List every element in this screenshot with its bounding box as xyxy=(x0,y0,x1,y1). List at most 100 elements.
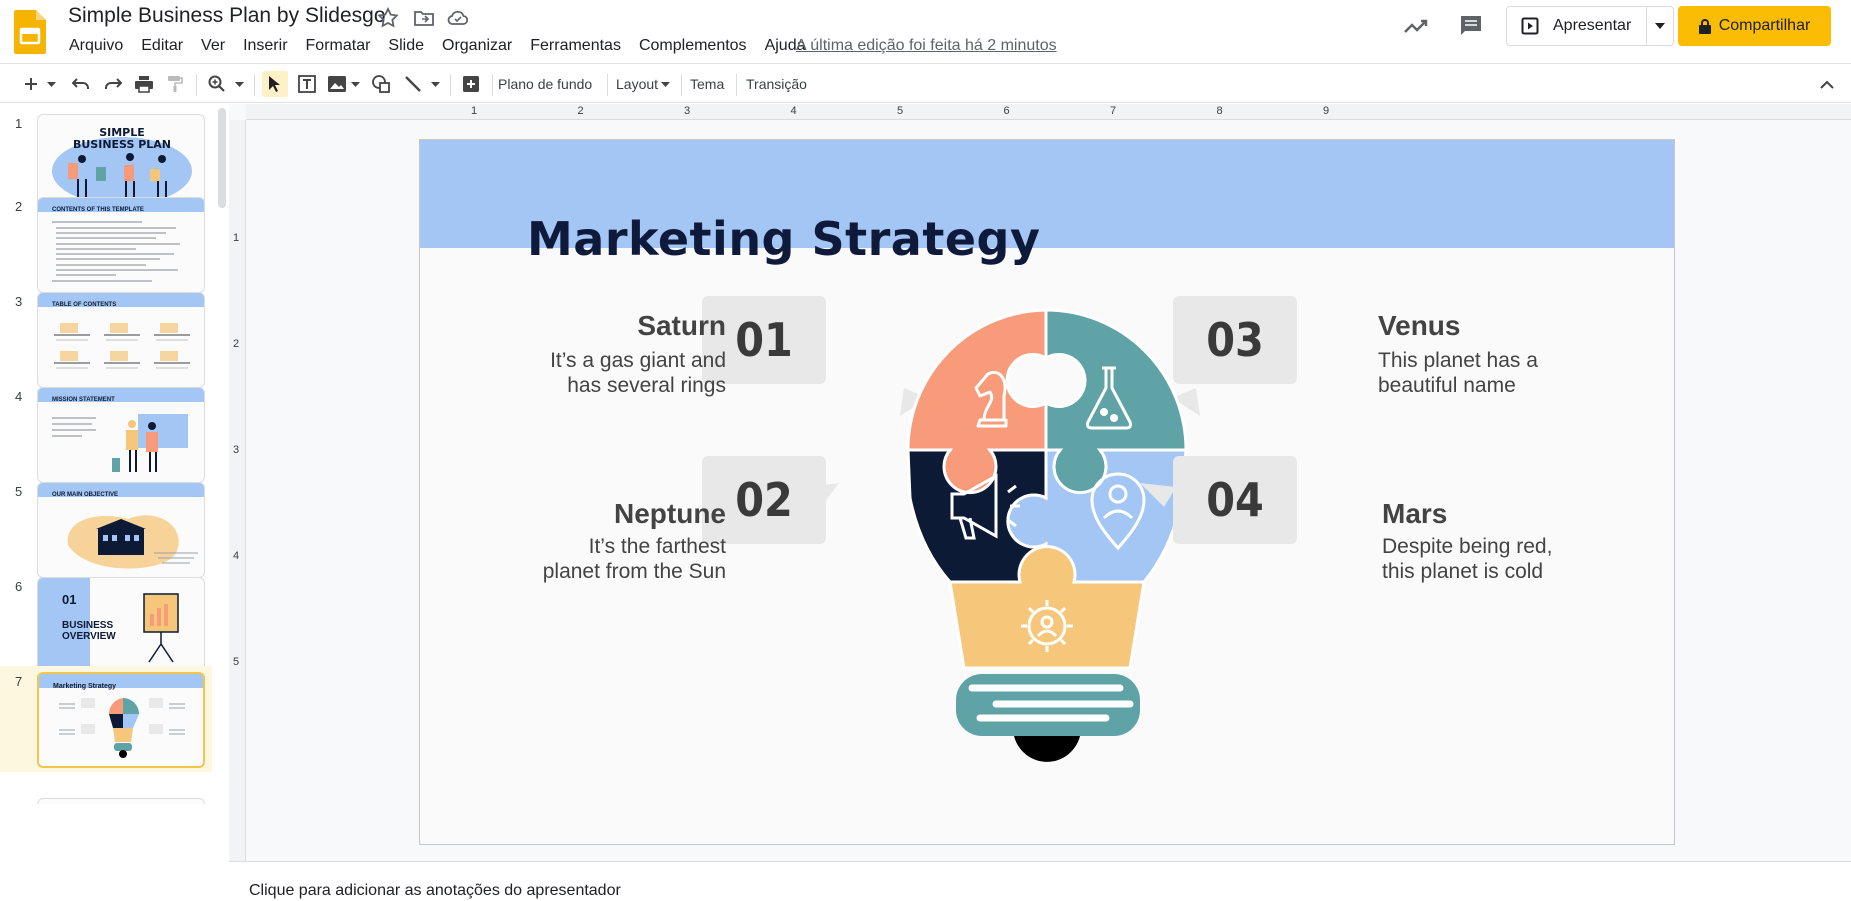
theme-button[interactable]: Tema xyxy=(690,71,724,97)
layout-button[interactable]: Layout xyxy=(616,71,671,97)
present-button-group: Apresentar xyxy=(1506,6,1674,46)
app-header: Simple Business Plan by Slidesgo Arquivo… xyxy=(0,0,1851,62)
thumbnail-frame: MISSION STATEMENT xyxy=(37,387,205,483)
slide-number: 5 xyxy=(15,484,23,499)
menu-file[interactable]: Arquivo xyxy=(60,35,132,57)
ruler-number: 1 xyxy=(233,232,240,244)
slide-thumbnail-2[interactable]: 2 CONTENTS OF THIS TEMPLATE xyxy=(0,191,212,299)
slide-thumbnail-6[interactable]: 6 01 BUSINESS OVERVIEW xyxy=(0,571,212,679)
insert-image-icon[interactable] xyxy=(324,71,350,97)
thumbnail-frame: Marketing Strategy xyxy=(37,672,205,768)
slide-title[interactable]: Marketing Strategy xyxy=(527,212,1040,266)
thumbnail-frame: 01 BUSINESS OVERVIEW xyxy=(37,577,205,673)
document-title[interactable]: Simple Business Plan by Slidesgo xyxy=(68,4,386,28)
shape-icon[interactable] xyxy=(368,71,394,97)
menu-insert[interactable]: Inserir xyxy=(234,35,296,57)
number-bubble-04[interactable]: 04 xyxy=(1173,456,1297,544)
redo-icon[interactable] xyxy=(100,71,126,97)
vertical-ruler[interactable]: 1 2 3 4 5 xyxy=(229,120,246,861)
ruler-number: 7 xyxy=(1110,105,1117,117)
layout-label: Layout xyxy=(616,76,659,92)
new-slide-icon[interactable] xyxy=(20,71,42,97)
zoom-dropdown-icon[interactable] xyxy=(232,71,246,97)
activity-trend-icon[interactable] xyxy=(1402,12,1430,40)
slides-logo-icon[interactable] xyxy=(14,10,46,54)
thumbnail-number: 01 xyxy=(62,592,77,607)
ruler-number: 6 xyxy=(1003,105,1010,117)
thumbnail-mission-art xyxy=(52,414,188,472)
menu-arrange[interactable]: Organizar xyxy=(433,35,521,57)
menu-slide[interactable]: Slide xyxy=(379,35,433,57)
last-edit-link[interactable]: A última edição foi feita há 2 minutos xyxy=(796,35,1057,57)
menu-edit[interactable]: Editar xyxy=(132,35,192,57)
bubble-tail-04 xyxy=(1140,483,1176,507)
slide-thumbnail-3[interactable]: 3 TABLE OF CONTENTS xyxy=(0,286,212,394)
undo-icon[interactable] xyxy=(68,71,94,97)
menu-view[interactable]: Ver xyxy=(192,35,234,57)
collapse-menus-icon[interactable] xyxy=(1816,71,1838,97)
lightbulb-puzzle-graphic[interactable] xyxy=(900,308,1200,768)
item-desc-saturn[interactable]: It’s a gas giant and has several rings xyxy=(496,348,726,398)
desc-line: beautiful name xyxy=(1378,374,1516,397)
ruler-number: 9 xyxy=(1323,105,1330,117)
slide-thumbnail-5[interactable]: 5 OUR MAIN OBJECTIVE xyxy=(0,476,212,584)
comments-icon[interactable] xyxy=(1457,12,1485,40)
menu-bar: Arquivo Editar Ver Inserir Formatar Slid… xyxy=(60,35,814,57)
menu-format[interactable]: Formatar xyxy=(297,35,380,57)
ruler-number: 4 xyxy=(233,550,240,562)
paint-format-icon[interactable] xyxy=(162,71,188,97)
line-dropdown-icon[interactable] xyxy=(428,71,442,97)
slide-thumbnail-4[interactable]: 4 MISSION STATEMENT xyxy=(0,381,212,489)
item-desc-venus[interactable]: This planet has a beautiful name xyxy=(1378,348,1618,398)
thumbnail-objective-art xyxy=(67,515,198,569)
item-title-mars[interactable]: Mars xyxy=(1382,498,1447,530)
thumbnail-title: MISSION STATEMENT xyxy=(52,397,115,403)
lock-icon xyxy=(1698,18,1711,34)
thumbnail-title: CONTENTS OF THIS TEMPLATE xyxy=(52,207,144,213)
move-folder-icon[interactable] xyxy=(412,6,436,30)
text-box-icon[interactable] xyxy=(294,71,320,97)
select-cursor-icon[interactable] xyxy=(262,71,288,97)
cloud-saved-icon[interactable] xyxy=(446,6,470,30)
background-button[interactable]: Plano de fundo xyxy=(498,71,592,97)
add-comment-icon[interactable] xyxy=(458,71,484,97)
ruler-number: 2 xyxy=(577,105,584,117)
thumbnail-toc-grid xyxy=(54,323,190,369)
slide-editor[interactable]: Marketing Strategy 01 02 03 04 Saturn It… xyxy=(419,139,1675,845)
speaker-notes-field[interactable]: Clique para adicionar as anotações do ap… xyxy=(249,882,621,900)
item-desc-mars[interactable]: Despite being red, this planet is cold xyxy=(1382,534,1622,584)
slide-thumbnail-7[interactable]: 7 Marketing Strategy xyxy=(0,666,212,772)
item-title-saturn[interactable]: Saturn xyxy=(546,310,726,342)
item-title-neptune[interactable]: Neptune xyxy=(546,498,726,530)
menu-tools[interactable]: Ferramentas xyxy=(521,35,630,57)
slide-thumbnail-8[interactable] xyxy=(0,764,212,804)
thumbnail-title-b: OVERVIEW xyxy=(62,631,116,642)
thumbnail-easel-art xyxy=(143,593,179,663)
number-bubble-03[interactable]: 03 xyxy=(1173,296,1297,384)
toolbar-divider xyxy=(492,74,493,96)
present-dropdown-button[interactable] xyxy=(1647,23,1673,29)
notes-resize-handle[interactable] xyxy=(229,861,1851,867)
menu-addons[interactable]: Complementos xyxy=(630,35,756,57)
toolbar-divider xyxy=(681,74,682,96)
desc-line: Despite being red, xyxy=(1382,535,1553,558)
zoom-icon[interactable] xyxy=(204,71,230,97)
slide-number: 2 xyxy=(15,199,23,214)
ruler-number: 8 xyxy=(1216,105,1223,117)
caret-down-icon xyxy=(1655,23,1666,29)
print-icon[interactable] xyxy=(130,71,158,97)
transition-button[interactable]: Transição xyxy=(746,71,807,97)
thumbnail-frame xyxy=(37,798,205,804)
item-desc-neptune[interactable]: It’s the farthest planet from the Sun xyxy=(486,534,726,584)
star-icon[interactable] xyxy=(376,6,400,30)
line-icon[interactable] xyxy=(400,71,426,97)
filmstrip-scrollbar[interactable] xyxy=(218,108,226,208)
share-button[interactable]: Compartilhar xyxy=(1678,6,1831,46)
present-button[interactable]: Apresentar xyxy=(1507,7,1648,45)
horizontal-ruler[interactable]: 1 2 3 4 5 6 7 8 9 xyxy=(246,104,1851,120)
item-title-venus[interactable]: Venus xyxy=(1378,310,1460,342)
image-dropdown-icon[interactable] xyxy=(348,71,362,97)
desc-line: planet from the Sun xyxy=(542,560,726,583)
new-slide-dropdown-icon[interactable] xyxy=(44,71,58,97)
thumbnail-title: OUR MAIN OBJECTIVE xyxy=(52,492,119,498)
